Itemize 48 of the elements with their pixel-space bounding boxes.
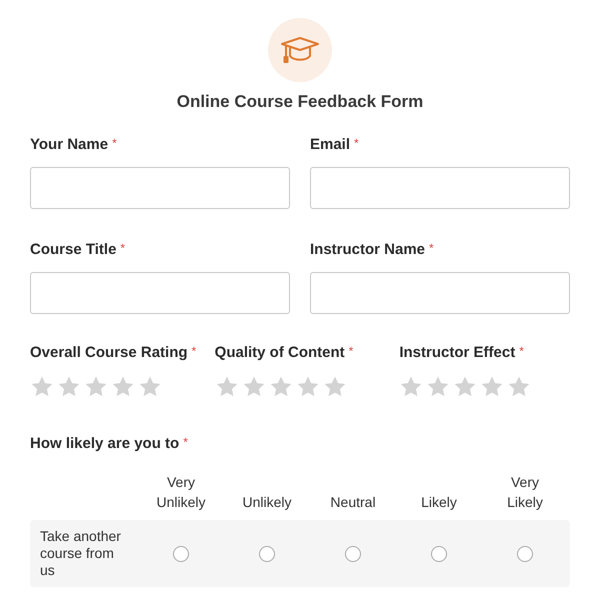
rating-label: Overall Course Rating [30,344,188,361]
required-mark: * [183,435,188,449]
required-mark: * [429,241,434,255]
rating-label: Quality of Content [214,344,345,361]
text-input[interactable] [30,167,290,209]
required-mark: * [192,344,196,358]
star-icon[interactable] [111,375,135,399]
star-icon[interactable] [57,375,81,399]
star-icon[interactable] [84,375,108,399]
radio-button[interactable] [259,546,275,562]
star-icon[interactable] [426,375,450,399]
radio-button[interactable] [517,546,533,562]
required-mark: * [112,136,117,150]
star-icon[interactable] [242,375,266,399]
column-header: Unlikely [242,493,292,512]
star-icon[interactable] [322,375,347,399]
required-mark: * [120,241,126,255]
required-mark: * [519,344,524,358]
star-icon[interactable] [453,375,478,399]
star-icon[interactable] [30,375,54,399]
text-input[interactable] [30,272,290,314]
text-input[interactable] [310,272,570,314]
graduation-cap-icon [280,36,320,64]
field-label: Email [310,136,350,153]
form-title: Online Course Feedback Form [176,92,424,112]
question-label: How likely are you to [30,435,180,452]
star-icon[interactable] [480,375,504,399]
column-header: Likely [421,493,457,512]
rating-label: Instructor Effect [399,344,516,361]
text-input[interactable] [310,167,570,209]
field-label: Course Title [30,241,116,258]
radio-button[interactable] [345,546,361,562]
radio-button[interactable] [431,546,447,562]
star-icon[interactable] [214,375,239,399]
field-label: Your Name [30,136,108,153]
column-header: Very Unlikely [155,473,206,512]
required-mark: * [354,136,359,150]
star-icon[interactable] [138,375,162,399]
star-icon[interactable] [507,375,532,399]
star-icon[interactable] [268,375,293,399]
required-mark: * [348,344,354,358]
star-icon[interactable] [296,375,320,399]
star-icon[interactable] [399,375,424,399]
column-header: Very Likely [506,473,544,512]
row-label: Take another course from us [39,528,122,579]
field-label: Instructor Name [310,241,426,258]
radio-button[interactable] [173,546,189,562]
column-header: Neutral [330,493,376,512]
